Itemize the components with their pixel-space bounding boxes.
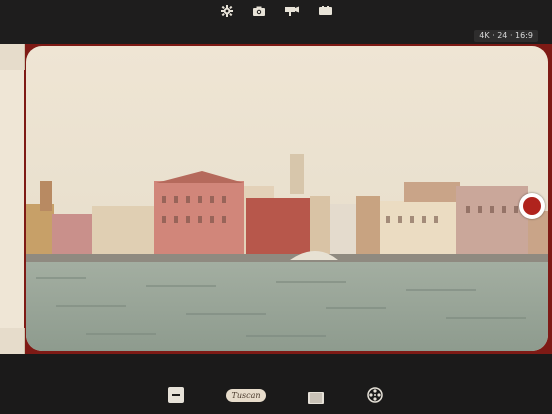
top-toolbar: 4K · 24 · 16:9 (0, 0, 552, 44)
film-format-icon[interactable] (318, 4, 332, 18)
film-strip-edge (0, 44, 25, 354)
filter-style-button[interactable]: Tuscan (226, 389, 266, 402)
film-sprocket (0, 328, 25, 354)
settings-gear-icon[interactable] (220, 4, 234, 18)
shutter-record-dot (523, 197, 541, 215)
exposure-minus-icon[interactable] (168, 387, 184, 407)
film-sprocket (0, 44, 25, 70)
shutter-button[interactable] (519, 193, 545, 219)
viewfinder-photo[interactable] (26, 46, 548, 351)
video-camera-icon[interactable] (285, 4, 299, 18)
film-reel-icon[interactable] (367, 387, 383, 407)
waterfront-scene (26, 46, 548, 351)
format-badge: 4K · 24 · 16:9 (474, 30, 538, 42)
bottom-toolbar (0, 354, 552, 414)
aspect-frame-icon[interactable] (308, 389, 324, 408)
photo-camera-icon[interactable] (252, 4, 266, 18)
